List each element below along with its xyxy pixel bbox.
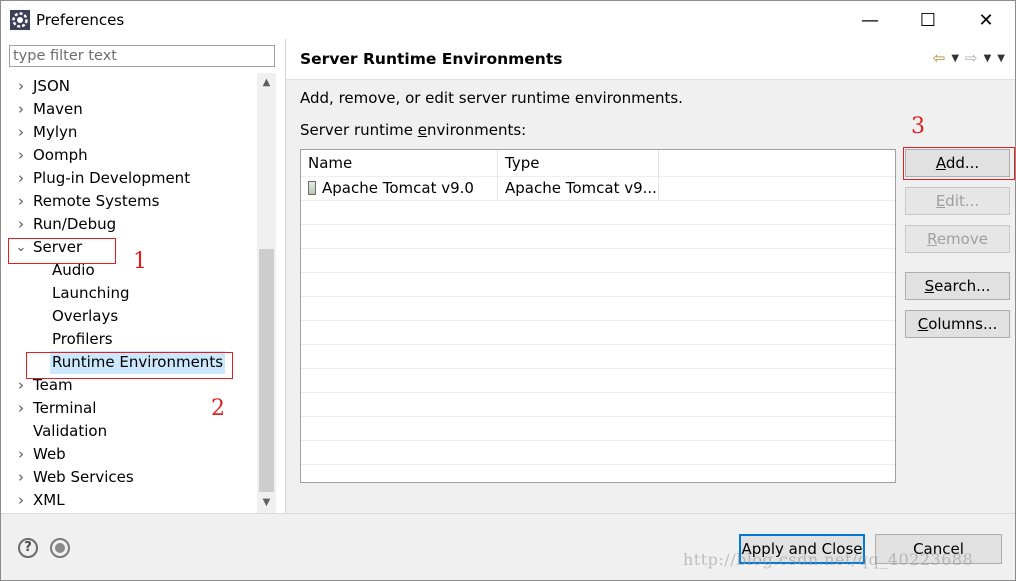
tree-item-label: Run/Debug bbox=[33, 215, 117, 233]
close-button[interactable]: ✕ bbox=[957, 1, 1015, 39]
page-title: Server Runtime Environments bbox=[300, 50, 563, 68]
tree-item-label: Profilers bbox=[52, 330, 113, 348]
chevron-right-icon[interactable]: › bbox=[15, 121, 27, 144]
table-row-separator bbox=[301, 368, 895, 369]
tree-item-label: Oomph bbox=[33, 146, 88, 164]
tree-item[interactable]: › JSON bbox=[1, 75, 257, 98]
tree-item-label: Overlays bbox=[52, 307, 119, 325]
dialog-button-bar: ? Apply and Close Cancel bbox=[1, 513, 1015, 580]
table-row-separator bbox=[301, 320, 895, 321]
record-preferences-icon[interactable] bbox=[50, 538, 70, 558]
preferences-window: Preferences — ☐ ✕ › JSON › Maven › Mylyn › Oomp… bbox=[0, 0, 1016, 581]
chevron-right-icon[interactable]: › bbox=[15, 397, 27, 420]
table-row-separator bbox=[301, 296, 895, 297]
columns-button[interactable]: Columns... bbox=[905, 310, 1010, 338]
history-navigation: ⇦ ▼ ⇨ ▼ ▼ bbox=[933, 48, 1005, 68]
chevron-right-icon[interactable]: › bbox=[15, 98, 27, 121]
tree-item[interactable]: › Web Services bbox=[1, 466, 257, 489]
chevron-right-icon[interactable]: › bbox=[15, 489, 27, 512]
window-title: Preferences bbox=[36, 11, 125, 29]
preference-tree: › JSON › Maven › Mylyn › Oomph › Plug-in Developm… bbox=[1, 73, 257, 513]
chevron-right-icon[interactable]: › bbox=[15, 466, 27, 489]
minimize-button[interactable]: — bbox=[841, 1, 899, 39]
watermark-text: http://blog.csdn.net/qq_40223688 bbox=[683, 550, 974, 569]
chevron-right-icon[interactable]: › bbox=[15, 190, 27, 213]
environments-list-label: Server runtime environments: bbox=[300, 121, 527, 139]
tree-item[interactable]: › Run/Debug bbox=[1, 213, 257, 236]
tree-item[interactable]: › Oomph bbox=[1, 144, 257, 167]
edit-button[interactable]: Edit... bbox=[905, 187, 1010, 215]
back-dropdown-icon[interactable]: ▼ bbox=[951, 53, 959, 64]
table-row-separator bbox=[301, 416, 895, 417]
tree-item-label: Launching bbox=[52, 284, 130, 302]
eclipse-gear-icon bbox=[10, 10, 30, 30]
table-row-separator bbox=[301, 392, 895, 393]
tree-item-label: Mylyn bbox=[33, 123, 78, 141]
tree-scrollbar[interactable]: ▲ ▼ bbox=[257, 73, 276, 513]
table-row-type-cell[interactable]: Apache Tomcat v9... bbox=[498, 176, 659, 200]
tree-item-label: XML bbox=[33, 491, 65, 509]
remove-button[interactable]: Remove bbox=[905, 225, 1010, 253]
server-runtime-icon bbox=[308, 181, 316, 195]
chevron-right-icon[interactable]: › bbox=[15, 75, 27, 98]
forward-arrow-icon[interactable]: ⇨ bbox=[965, 49, 978, 67]
tree-item-label: Remote Systems bbox=[33, 192, 160, 210]
tree-item[interactable]: Profilers bbox=[1, 328, 257, 351]
table-row-separator bbox=[301, 200, 895, 201]
view-menu-icon[interactable]: ▼ bbox=[997, 53, 1005, 64]
help-icon[interactable]: ? bbox=[18, 538, 38, 558]
settings-pane: Server Runtime Environments ⇦ ▼ ⇨ ▼ ▼ Ad… bbox=[286, 39, 1015, 513]
column-header-name[interactable]: Name bbox=[301, 150, 498, 176]
tree-item[interactable]: › Maven bbox=[1, 98, 257, 121]
tree-item[interactable]: › XML bbox=[1, 489, 257, 512]
column-header-type[interactable]: Type bbox=[498, 150, 659, 176]
tree-item[interactable]: Overlays bbox=[1, 305, 257, 328]
annotation-number-1: 1 bbox=[133, 249, 147, 274]
table-row-separator bbox=[301, 440, 895, 441]
tree-item[interactable]: › Web bbox=[1, 443, 257, 466]
tree-item-label: Web Services bbox=[33, 468, 134, 486]
tree-item[interactable]: › Mylyn bbox=[1, 121, 257, 144]
chevron-right-icon[interactable]: › bbox=[15, 443, 27, 466]
tree-item-label: Maven bbox=[33, 100, 83, 118]
tree-item[interactable]: Launching bbox=[1, 282, 257, 305]
tree-item-label: Terminal bbox=[33, 399, 97, 417]
annotation-box-runtime-environments bbox=[26, 352, 233, 379]
forward-dropdown-icon[interactable]: ▼ bbox=[984, 53, 992, 64]
annotation-number-2: 2 bbox=[211, 396, 225, 421]
annotation-box-server bbox=[8, 238, 116, 264]
tree-item-label: Validation bbox=[33, 422, 108, 440]
scroll-thumb[interactable] bbox=[259, 249, 274, 492]
table-row-separator bbox=[301, 248, 895, 249]
tree-item[interactable]: › Plug-in Development bbox=[1, 167, 257, 190]
scroll-up-icon[interactable]: ▲ bbox=[257, 73, 276, 93]
maximize-button[interactable]: ☐ bbox=[899, 1, 957, 39]
runtime-environments-table[interactable]: Name Type Apache Tomcat v9.0 Apache Tomc… bbox=[300, 149, 896, 483]
title-bar: Preferences — ☐ ✕ bbox=[1, 1, 1015, 39]
table-row-name-cell[interactable]: Apache Tomcat v9.0 bbox=[301, 176, 498, 200]
page-header: Server Runtime Environments ⇦ ▼ ⇨ ▼ ▼ bbox=[286, 39, 1015, 80]
annotation-box-add bbox=[903, 147, 1015, 180]
table-row-separator bbox=[301, 224, 895, 225]
table-row-separator bbox=[301, 272, 895, 273]
chevron-right-icon[interactable]: › bbox=[15, 167, 27, 190]
tree-item-label: Web bbox=[33, 445, 66, 463]
filter-input[interactable] bbox=[9, 45, 275, 67]
table-row-separator bbox=[301, 464, 895, 465]
table-row-separator bbox=[301, 344, 895, 345]
tree-item[interactable]: Validation bbox=[1, 420, 257, 443]
page-description: Add, remove, or edit server runtime envi… bbox=[300, 89, 683, 107]
scroll-down-icon[interactable]: ▼ bbox=[257, 493, 276, 513]
tree-item-label: JSON bbox=[33, 77, 70, 95]
preference-tree-pane: › JSON › Maven › Mylyn › Oomph › Plug-in Developm… bbox=[1, 39, 286, 513]
tree-item[interactable]: › Remote Systems bbox=[1, 190, 257, 213]
back-arrow-icon[interactable]: ⇦ bbox=[933, 49, 946, 67]
tree-item-label: Plug-in Development bbox=[33, 169, 191, 187]
chevron-right-icon[interactable]: › bbox=[15, 144, 27, 167]
chevron-right-icon[interactable]: › bbox=[15, 213, 27, 236]
search-button[interactable]: Search... bbox=[905, 272, 1010, 300]
annotation-number-3: 3 bbox=[911, 114, 925, 139]
